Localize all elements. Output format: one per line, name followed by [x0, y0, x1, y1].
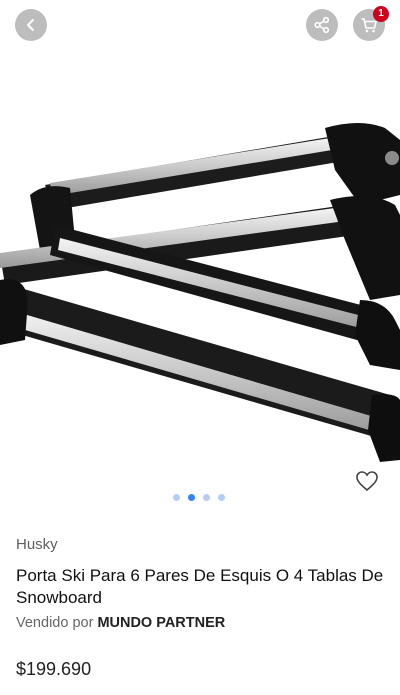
pagination-dot[interactable]: [218, 494, 225, 501]
cart-count-badge: 1: [373, 6, 389, 22]
pagination-dot[interactable]: [173, 494, 180, 501]
seller-name[interactable]: MUNDO PARTNER: [97, 615, 225, 631]
pagination-dot[interactable]: [203, 494, 210, 501]
sold-by-label: Vendido por: [16, 615, 98, 631]
product-info: Husky Porta Ski Para 6 Pares De Esquis O…: [16, 536, 386, 631]
share-button[interactable]: [306, 9, 338, 41]
favorite-button[interactable]: [354, 468, 380, 494]
product-image: [0, 123, 400, 462]
share-icon: [314, 16, 330, 34]
back-button[interactable]: [15, 9, 47, 41]
cart-button[interactable]: 1: [353, 6, 389, 41]
product-title: Porta Ski Para 6 Pares De Esquis O 4 Tab…: [16, 566, 384, 607]
product-price: $199.690: [16, 659, 92, 679]
heart-outline-icon: [356, 471, 378, 492]
image-pagination-dots: [173, 494, 225, 501]
pagination-dot-active[interactable]: [188, 494, 195, 501]
product-image-gallery[interactable]: 1: [0, 0, 400, 515]
chevron-left-icon: [27, 19, 34, 31]
seller-line: Vendido por MUNDO PARTNER: [16, 615, 386, 631]
product-brand: Husky: [16, 536, 58, 553]
